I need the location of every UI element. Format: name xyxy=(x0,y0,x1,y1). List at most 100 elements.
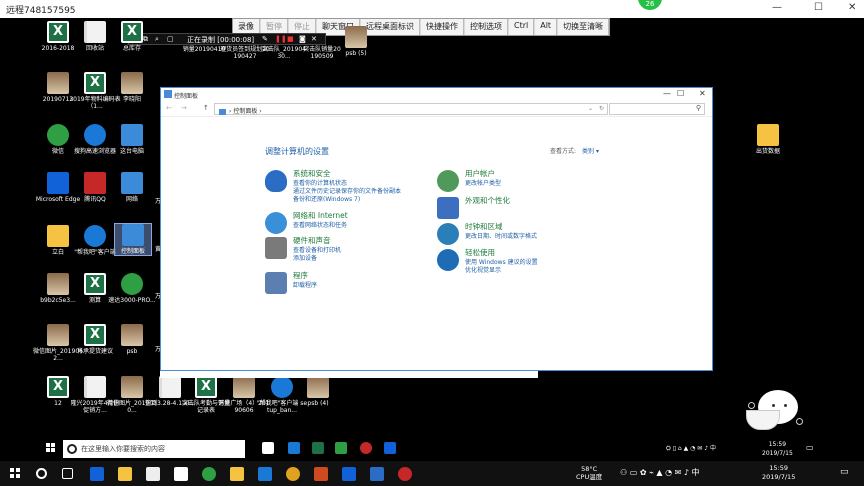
tray-lang[interactable]: 中 xyxy=(710,445,716,452)
local-clock[interactable]: 15:59 2019/7/15 xyxy=(762,464,795,482)
mail-icon[interactable] xyxy=(174,467,188,481)
pen-icon[interactable]: ✎ xyxy=(262,35,268,43)
breadcrumb[interactable]: 控制面板 xyxy=(233,108,257,115)
remote-clock[interactable]: 15:59 2019/7/15 xyxy=(762,440,793,458)
notification-icon[interactable]: ▭ xyxy=(806,443,814,452)
download-icon[interactable] xyxy=(258,467,272,481)
browser-icon xyxy=(84,124,106,146)
category-title[interactable]: 系统和安全 xyxy=(293,170,331,178)
category-link[interactable]: 查看设备和打印机 xyxy=(293,247,341,255)
task-view-icon[interactable] xyxy=(262,442,274,454)
category-link[interactable]: 更改日期、时间或数字格式 xyxy=(465,233,537,241)
app-icon[interactable] xyxy=(202,467,216,481)
windows-start-icon[interactable] xyxy=(10,468,21,479)
excel-icon xyxy=(47,376,69,398)
control-options-button[interactable]: 控制选项 xyxy=(465,19,508,35)
up-icon[interactable]: ↑ xyxy=(203,104,209,112)
category-link[interactable]: 查看网络状态和任务 xyxy=(293,222,347,230)
local-taskbar xyxy=(0,461,864,486)
file-explorer-icon[interactable] xyxy=(118,467,132,481)
accessibility-icon xyxy=(437,249,459,271)
ctrl-key-button[interactable]: Ctrl xyxy=(509,19,535,35)
store-icon[interactable] xyxy=(146,467,160,481)
office-icon[interactable] xyxy=(314,467,328,481)
quick-actions-button[interactable]: 快捷操作 xyxy=(421,19,464,35)
maximize-icon[interactable]: ☐ xyxy=(814,2,823,13)
desktop-icon[interactable]: 李晓阳 xyxy=(106,72,158,103)
image-icon xyxy=(233,376,255,398)
file-icon xyxy=(47,225,69,247)
category-link[interactable]: 查看你的计算机状态 xyxy=(293,180,401,188)
cpu-temperature[interactable]: 58°C CPU温度 xyxy=(576,465,602,481)
switch-clarity-button[interactable]: 切换至清晰 xyxy=(558,19,610,35)
taskbar-search-input[interactable]: 在这里输入你要搜索的内容 xyxy=(63,440,245,458)
desktop-icon[interactable]: 出货数据 xyxy=(742,124,794,155)
maximize-icon[interactable]: ☐ xyxy=(677,89,684,98)
category-title[interactable]: 轻松使用 xyxy=(465,249,495,257)
view-by-dropdown[interactable]: 类别 ▾ xyxy=(582,148,599,155)
notification-icon[interactable]: ▭ xyxy=(840,467,849,477)
alt-key-button[interactable]: Alt xyxy=(535,19,558,35)
helper-app-icon[interactable] xyxy=(384,442,396,454)
category-title[interactable]: 硬件和声音 xyxy=(293,237,331,245)
desktop-icon[interactable]: 突击队销量20190509 xyxy=(302,46,342,60)
desktop-icon[interactable]: 总库存 xyxy=(106,21,158,52)
category-title[interactable]: 外观和个性化 xyxy=(465,197,510,205)
category-title[interactable]: 程序 xyxy=(293,272,308,280)
tray-icons[interactable]: ⚇ ▭ ✿ ⌁ ▲ ◔ ✉ ♪ 中 xyxy=(620,467,700,478)
camera-icon[interactable]: ◙ xyxy=(299,35,306,43)
desktop-icon[interactable]: psb (4) xyxy=(292,376,344,407)
cortana-icon[interactable] xyxy=(36,468,47,479)
task-view-icon[interactable] xyxy=(62,468,73,479)
category-link[interactable]: 添加设备 xyxy=(293,255,341,263)
minimize-icon[interactable]: — xyxy=(663,89,671,98)
address-bar[interactable]: › 控制面板 › ⌄ ↻ xyxy=(214,103,608,115)
ie-icon[interactable] xyxy=(342,467,356,481)
category-link[interactable]: 优化视觉显示 xyxy=(465,267,538,275)
app-icon[interactable] xyxy=(288,442,300,454)
category-link[interactable]: 通过文件历史记录保存你的文件备份副本 xyxy=(293,188,401,196)
category-link[interactable]: 更改帐户类型 xyxy=(465,180,501,188)
chevron-down-icon[interactable]: ⌄ xyxy=(588,105,593,112)
desktop-icon[interactable]: psb (5) xyxy=(338,26,374,57)
desktop-icon[interactable]: 这台电脑 xyxy=(106,124,158,155)
edge-icon[interactable] xyxy=(90,467,104,481)
record-close-icon[interactable]: ✕ xyxy=(311,35,317,43)
search-icon xyxy=(67,444,77,454)
time: 15:59 xyxy=(769,464,789,472)
category-title[interactable]: 时钟和区域 xyxy=(465,223,503,231)
remote-app-icon[interactable] xyxy=(370,467,384,481)
taskbar-search-placeholder: 在这里输入你要搜索的内容 xyxy=(81,445,165,453)
category-link[interactable]: 卸载程序 xyxy=(293,282,317,290)
file-icon xyxy=(757,124,779,146)
close-icon[interactable]: ✕ xyxy=(848,2,856,13)
stop-record-icon[interactable]: ■ xyxy=(287,35,294,43)
control-panel-content: 调整计算机的设置 查看方式: 类别 ▾ 系统和安全 查看你的计算机状态 通过文件历… xyxy=(161,117,712,372)
tray-icons[interactable]: ⛭ ▯ ⌂ ▲ ◔ ✉ ♪ xyxy=(666,445,710,452)
window-icon[interactable]: ▢ xyxy=(167,35,174,43)
windows-start-icon[interactable] xyxy=(46,443,56,453)
category-link[interactable]: 使用 Windows 建议的设置 xyxy=(465,259,538,267)
category-title[interactable]: 用户帐户 xyxy=(465,170,495,178)
app-icon[interactable] xyxy=(230,467,244,481)
refresh-icon[interactable]: ↻ xyxy=(599,105,604,112)
chrome-icon[interactable] xyxy=(286,467,300,481)
pause-record-icon[interactable]: ❚❚ xyxy=(275,35,287,43)
cpu-temp-label: CPU温度 xyxy=(576,473,603,481)
back-icon[interactable]: ← xyxy=(166,104,172,112)
search-icon[interactable]: ⚲ xyxy=(696,104,701,112)
category-link[interactable]: 备份和还原(Windows 7) xyxy=(293,196,401,204)
category-title[interactable]: 网络和 Internet xyxy=(293,212,348,220)
desktop-icon[interactable]: 突击队_20190430... xyxy=(262,46,306,60)
wechat-icon[interactable] xyxy=(335,442,347,454)
search-input[interactable]: ⚲ xyxy=(609,103,705,115)
bubble xyxy=(748,402,755,409)
image-icon xyxy=(307,376,329,398)
record-app-icon[interactable] xyxy=(398,467,412,481)
tray-lang[interactable]: 中 xyxy=(692,468,700,477)
minimize-icon[interactable]: — xyxy=(772,2,782,13)
excel-icon[interactable] xyxy=(312,442,324,454)
forward-icon[interactable]: → xyxy=(181,104,187,112)
app-icon[interactable] xyxy=(360,442,372,454)
close-icon[interactable]: ✕ xyxy=(699,89,706,98)
